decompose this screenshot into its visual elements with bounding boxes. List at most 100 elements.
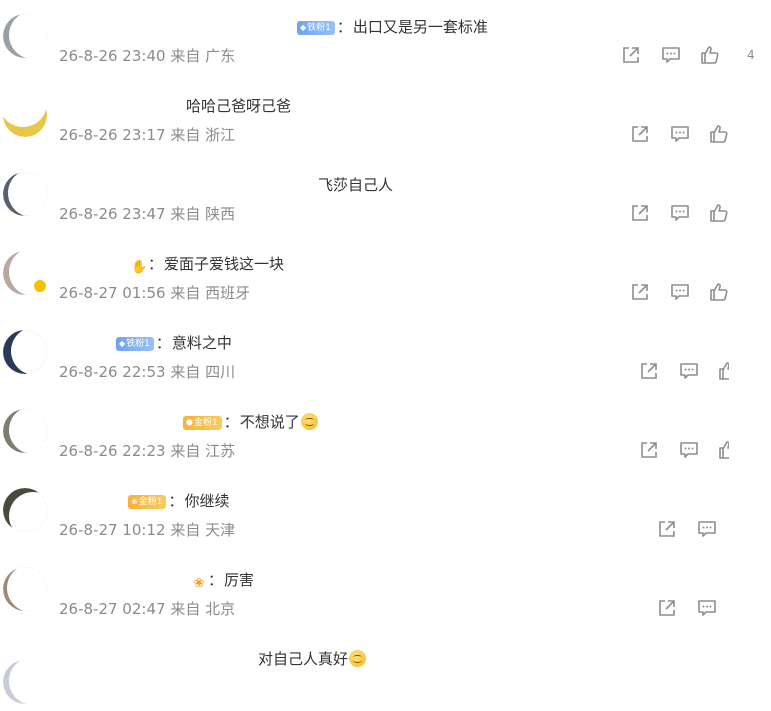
comment-text: 厉害 xyxy=(224,571,255,589)
from-label: 来自 xyxy=(170,442,201,460)
from-label: 来自 xyxy=(170,205,201,223)
like-icon[interactable] xyxy=(717,360,729,382)
like-icon[interactable] xyxy=(717,439,729,461)
comment-meta: 26-8-26 23:40 来自 广东 xyxy=(59,46,235,66)
comment-line: ◆铁粉1 ：意料之中 xyxy=(116,332,232,354)
avatar[interactable] xyxy=(3,567,47,611)
from-label: 来自 xyxy=(170,521,201,539)
comment-line: ❀金粉1 ：你继续 xyxy=(128,490,229,512)
comment-text: 意料之中 xyxy=(171,334,232,352)
comment-icon[interactable] xyxy=(696,518,718,540)
fan-badge: ❀金粉1 xyxy=(128,495,167,509)
comment-line: 对自己人真好 xyxy=(258,648,367,670)
like-icon[interactable] xyxy=(708,202,730,224)
from-label: 来自 xyxy=(170,47,201,65)
comment-line: ❀ ：厉害 xyxy=(191,569,254,591)
avatar[interactable] xyxy=(3,330,47,374)
comment-icon[interactable] xyxy=(669,202,691,224)
comment-item: ◆铁粉1 ：意料之中 26-8-26 22:53 来自 四川 xyxy=(0,316,771,395)
location: 广东 xyxy=(205,47,236,65)
from-label: 来自 xyxy=(170,284,201,302)
share-icon[interactable] xyxy=(629,123,651,145)
comment-icon[interactable] xyxy=(696,597,718,619)
comment-item: ❀ ：厉害 26-8-27 02:47 来自 北京 xyxy=(0,553,771,632)
timestamp: 26-8-26 22:23 xyxy=(59,442,166,460)
comment-line: 哈哈己爸呀己爸 xyxy=(186,95,291,117)
timestamp: 26-8-27 01:56 xyxy=(59,284,166,302)
comment-meta: 26-8-27 02:47 来自 北京 xyxy=(59,599,235,619)
comment-line: ⬢金粉1 ：不想说了 xyxy=(183,411,318,433)
comment-text: 哈哈己爸呀己爸 xyxy=(186,97,292,115)
comment-line: 飞莎自己人 xyxy=(318,174,393,196)
timestamp: 26-8-26 22:53 xyxy=(59,363,166,381)
share-icon[interactable] xyxy=(629,202,651,224)
timestamp: 26-8-26 23:47 xyxy=(59,205,166,223)
location: 浙江 xyxy=(205,126,236,144)
comment-line: ◆铁粉1 ：出口又是另一套标准 xyxy=(297,16,488,38)
from-label: 来自 xyxy=(170,600,201,618)
diamond-icon: ◆ xyxy=(300,23,307,32)
comment-icon[interactable] xyxy=(669,281,691,303)
comment-item: ❀金粉1 ：你继续 26-8-27 10:12 来自 天津 xyxy=(0,474,771,553)
share-icon[interactable] xyxy=(638,360,660,382)
timestamp: 26-8-27 10:12 xyxy=(59,521,166,539)
timestamp: 26-8-27 02:47 xyxy=(59,600,166,618)
crown-icon: ⬢ xyxy=(186,418,193,427)
comment-item: 飞莎自己人 26-8-26 23:47 来自 陕西 xyxy=(0,158,771,237)
like-icon[interactable] xyxy=(708,123,730,145)
share-icon[interactable] xyxy=(656,597,678,619)
like-icon[interactable] xyxy=(699,44,721,66)
avatar[interactable] xyxy=(3,409,47,453)
location: 陕西 xyxy=(205,205,236,223)
avatar[interactable] xyxy=(3,93,47,137)
location: 江苏 xyxy=(205,442,236,460)
fan-badge: ◆铁粉1 xyxy=(297,21,335,35)
like-icon[interactable] xyxy=(708,281,730,303)
verified-badge-icon xyxy=(33,279,47,293)
comment-meta: 26-8-26 23:47 来自 陕西 xyxy=(59,204,235,224)
timestamp: 26-8-26 23:17 xyxy=(59,126,166,144)
timestamp: 26-8-26 23:40 xyxy=(59,47,166,65)
comment-icon[interactable] xyxy=(660,44,682,66)
location: 四川 xyxy=(205,363,236,381)
comment-line: ✋：爱面子爱钱这一块 xyxy=(131,255,285,275)
comment-meta: 26-8-27 10:12 来自 天津 xyxy=(59,520,235,540)
smiley-emoji-icon xyxy=(349,650,367,667)
share-icon[interactable] xyxy=(629,281,651,303)
avatar[interactable] xyxy=(3,14,47,58)
diamond-icon: ◆ xyxy=(119,339,126,348)
comment-item: ◆铁粉1 ：出口又是另一套标准 26-8-26 23:40 来自 广东 4 xyxy=(0,0,771,79)
comment-text: 出口又是另一套标准 xyxy=(352,18,488,36)
comment-item: 哈哈己爸呀己爸 26-8-26 23:17 来自 浙江 xyxy=(0,79,771,158)
comment-icon[interactable] xyxy=(669,123,691,145)
avatar[interactable] xyxy=(3,488,47,532)
comment-text: 你继续 xyxy=(184,492,230,510)
share-icon[interactable] xyxy=(638,439,660,461)
comment-icon[interactable] xyxy=(678,360,700,382)
share-icon[interactable] xyxy=(620,44,642,66)
comment-meta: 26-8-27 01:56 来自 西班牙 xyxy=(59,283,250,303)
flower-icon: ❀ xyxy=(193,576,205,591)
comment-meta: 26-8-26 22:53 来自 四川 xyxy=(59,362,235,382)
fan-badge: ◆铁粉1 xyxy=(116,337,154,351)
comment-text: 爱面子爱钱这一块 xyxy=(164,255,285,273)
share-icon[interactable] xyxy=(656,518,678,540)
comment-item: 对自己人真好 xyxy=(0,632,771,711)
comment-item: ✋：爱面子爱钱这一块 26-8-27 01:56 来自 西班牙 xyxy=(0,237,771,316)
location: 北京 xyxy=(205,600,236,618)
location: 天津 xyxy=(205,521,236,539)
fan-badge: ⬢金粉1 xyxy=(183,416,222,430)
comment-icon[interactable] xyxy=(678,439,700,461)
location: 西班牙 xyxy=(205,284,251,302)
crown-icon: ❀ xyxy=(131,497,138,506)
avatar[interactable] xyxy=(3,660,47,704)
comment-meta: 26-8-26 23:17 来自 浙江 xyxy=(59,125,235,145)
comment-text: 飞莎自己人 xyxy=(318,176,394,194)
from-label: 来自 xyxy=(170,363,201,381)
avatar[interactable] xyxy=(3,172,47,216)
comment-item: ⬢金粉1 ：不想说了 26-8-26 22:23 来自 江苏 xyxy=(0,395,771,474)
comment-text: 对自己人真好 xyxy=(258,650,349,668)
comment-meta: 26-8-26 22:23 来自 江苏 xyxy=(59,441,235,461)
comment-text: 不想说了 xyxy=(239,413,300,431)
from-label: 来自 xyxy=(170,126,201,144)
